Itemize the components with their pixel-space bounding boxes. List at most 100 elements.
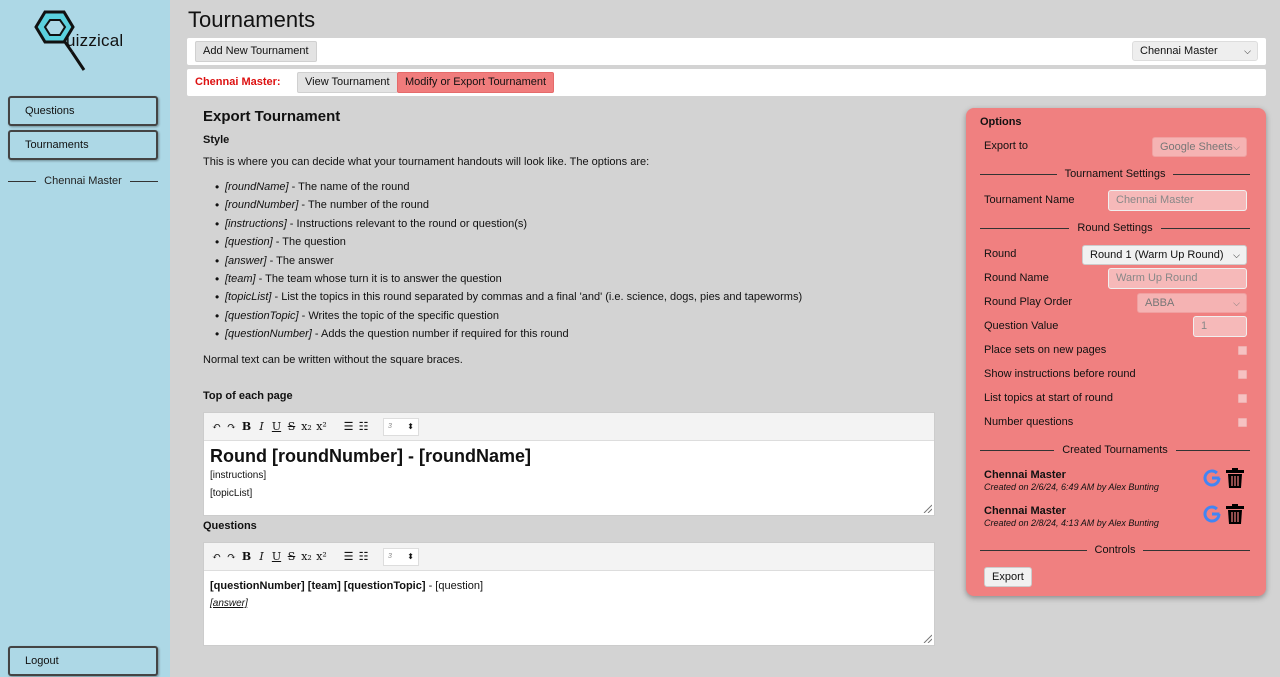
italic-button[interactable]: I — [254, 549, 269, 565]
page-title: Tournaments — [188, 7, 316, 32]
strikethrough-button[interactable]: S — [284, 419, 299, 435]
superscript-button[interactable]: x² — [314, 549, 329, 565]
created-tournament-meta: Created on 2/6/24, 6:49 AM by Alex Bunti… — [984, 482, 1159, 492]
chevron-updown-icon: ⬍ — [407, 551, 414, 561]
list-item: [questionNumber] - Adds the question num… — [215, 327, 802, 346]
sidebar-item-questions[interactable]: Questions — [8, 96, 158, 126]
options-header: Options — [980, 116, 1022, 128]
new-pages-checkbox[interactable] — [1238, 346, 1247, 355]
question-value-label: Question Value — [984, 320, 1059, 332]
chevron-down-icon: ⌵ — [1233, 250, 1240, 260]
chevron-updown-icon: ⬍ — [407, 421, 414, 431]
list-item: [question] - The question — [215, 235, 802, 254]
redo-icon[interactable]: ↷ — [224, 419, 239, 435]
export-to-select[interactable]: Google Sheets ⌵ — [1152, 137, 1247, 157]
font-size-select[interactable]: 3 ⬍ — [383, 547, 419, 566]
bullet-list-icon[interactable]: ☰ — [341, 549, 356, 565]
editor-line-question: [questionNumber] [team] [questionTopic] … — [210, 580, 483, 592]
list-item: [topicList] - List the topics in this ro… — [215, 290, 802, 309]
checkbox-label: Place sets on new pages — [984, 344, 1107, 356]
add-tournament-button[interactable]: Add New Tournament — [195, 41, 317, 62]
editor-line-answer: [answer] — [210, 598, 248, 609]
round-select[interactable]: Round 1 (Warm Up Round) ⌵ — [1082, 245, 1247, 265]
play-order-select[interactable]: ABBA ⌵ — [1137, 293, 1247, 313]
list-item: [questionTopic] - Writes the topic of th… — [215, 309, 802, 328]
logo-text: uizzical — [66, 31, 124, 50]
chevron-down-icon: ⌵ — [1233, 142, 1240, 152]
round-label: Round — [984, 248, 1017, 260]
sidebar: uizzical Questions Tournaments Chennai M… — [0, 0, 170, 677]
tournament-select-value: Chennai Master — [1140, 45, 1218, 57]
editor-content[interactable]: [questionNumber] [team] [questionTopic] … — [204, 571, 934, 617]
created-tournament-meta: Created on 2/8/24, 4:13 AM by Alex Bunti… — [984, 518, 1159, 528]
tournament-settings-divider: Tournament Settings — [980, 167, 1251, 181]
bullet-list-icon[interactable]: ☰ — [341, 419, 356, 435]
trash-icon[interactable] — [1226, 468, 1244, 488]
subscript-button[interactable]: x₂ — [299, 549, 314, 565]
created-tournament-name: Chennai Master — [984, 469, 1066, 481]
style-heading: Style — [203, 134, 230, 146]
style-options-list: [roundName] - The name of the round [rou… — [215, 180, 802, 347]
strikethrough-button[interactable]: S — [284, 549, 299, 565]
editor-toolbar: ↶ ↷ B I U S x₂ x² ☰ ☷ 3 ⬍ — [204, 413, 934, 441]
sidebar-current-tournament: Chennai Master — [8, 174, 158, 188]
normal-text-note: Normal text can be written without the s… — [203, 354, 463, 366]
show-instructions-checkbox[interactable] — [1238, 370, 1247, 379]
underline-button[interactable]: U — [269, 549, 284, 565]
controls-divider: Controls — [980, 543, 1250, 557]
trash-icon[interactable] — [1226, 504, 1244, 524]
created-tournaments-divider: Created Tournaments — [980, 443, 1250, 457]
numbered-list-icon[interactable]: ☷ — [356, 549, 371, 565]
logout-button[interactable]: Logout — [8, 646, 158, 676]
options-panel: Options Export to Google Sheets ⌵ Tournam… — [966, 108, 1266, 596]
editor-line-topics: [topicList] — [210, 488, 253, 499]
list-item: [answer] - The answer — [215, 254, 802, 273]
resize-grip-icon[interactable] — [922, 503, 932, 513]
superscript-button[interactable]: x² — [314, 419, 329, 435]
top-bar: Add New Tournament Chennai Master ⌵ — [187, 38, 1266, 65]
bold-button[interactable]: B — [239, 419, 254, 435]
sidebar-item-tournaments[interactable]: Tournaments — [8, 130, 158, 160]
underline-button[interactable]: U — [269, 419, 284, 435]
tournament-bar: Chennai Master: View Tournament Modify o… — [187, 69, 1266, 96]
numbered-list-icon[interactable]: ☷ — [356, 419, 371, 435]
top-of-page-heading: Top of each page — [203, 390, 293, 402]
checkbox-label: List topics at start of round — [984, 392, 1114, 404]
export-heading: Export Tournament — [203, 108, 341, 125]
style-intro: This is where you can decide what your t… — [203, 156, 650, 168]
created-tournament-name: Chennai Master — [984, 505, 1066, 517]
number-questions-checkbox[interactable] — [1238, 418, 1247, 427]
resize-grip-icon[interactable] — [922, 633, 932, 643]
modify-export-button[interactable]: Modify or Export Tournament — [397, 72, 555, 93]
bold-button[interactable]: B — [239, 549, 254, 565]
tournament-name-label: Tournament Name — [984, 194, 1075, 206]
export-to-label: Export to — [984, 140, 1029, 152]
tournament-select[interactable]: Chennai Master ⌵ — [1132, 41, 1258, 61]
undo-icon[interactable]: ↶ — [209, 419, 224, 435]
list-item: [roundName] - The name of the round — [215, 180, 802, 199]
export-button[interactable]: Export — [984, 567, 1032, 587]
view-tournament-button[interactable]: View Tournament — [297, 72, 398, 93]
font-size-select[interactable]: 3 ⬍ — [383, 417, 419, 436]
round-name-label: Round Name — [984, 272, 1049, 284]
question-value-input[interactable]: 1 — [1193, 316, 1247, 337]
chevron-down-icon: ⌵ — [1244, 46, 1251, 56]
tournament-name-input[interactable]: Chennai Master — [1108, 190, 1247, 211]
subscript-button[interactable]: x₂ — [299, 419, 314, 435]
current-tournament-label[interactable]: Chennai Master — [36, 175, 130, 187]
list-topics-checkbox[interactable] — [1238, 394, 1247, 403]
top-of-page-editor: ↶ ↷ B I U S x₂ x² ☰ ☷ 3 ⬍ Round [roundNum… — [203, 412, 935, 516]
chevron-down-icon: ⌵ — [1233, 298, 1240, 308]
round-name-input[interactable]: Warm Up Round — [1108, 268, 1247, 289]
google-icon[interactable] — [1202, 468, 1222, 488]
undo-icon[interactable]: ↶ — [209, 549, 224, 565]
italic-button[interactable]: I — [254, 419, 269, 435]
redo-icon[interactable]: ↷ — [224, 549, 239, 565]
play-order-label: Round Play Order — [984, 296, 1073, 308]
editor-content[interactable]: Round [roundNumber] - [roundName] [instr… — [204, 441, 934, 507]
google-icon[interactable] — [1202, 504, 1222, 524]
questions-heading: Questions — [203, 520, 257, 532]
editor-line-instructions: [instructions] — [210, 470, 267, 481]
tournament-label: Chennai Master: — [195, 76, 281, 88]
list-item: [instructions] - Instructions relevant t… — [215, 217, 802, 236]
